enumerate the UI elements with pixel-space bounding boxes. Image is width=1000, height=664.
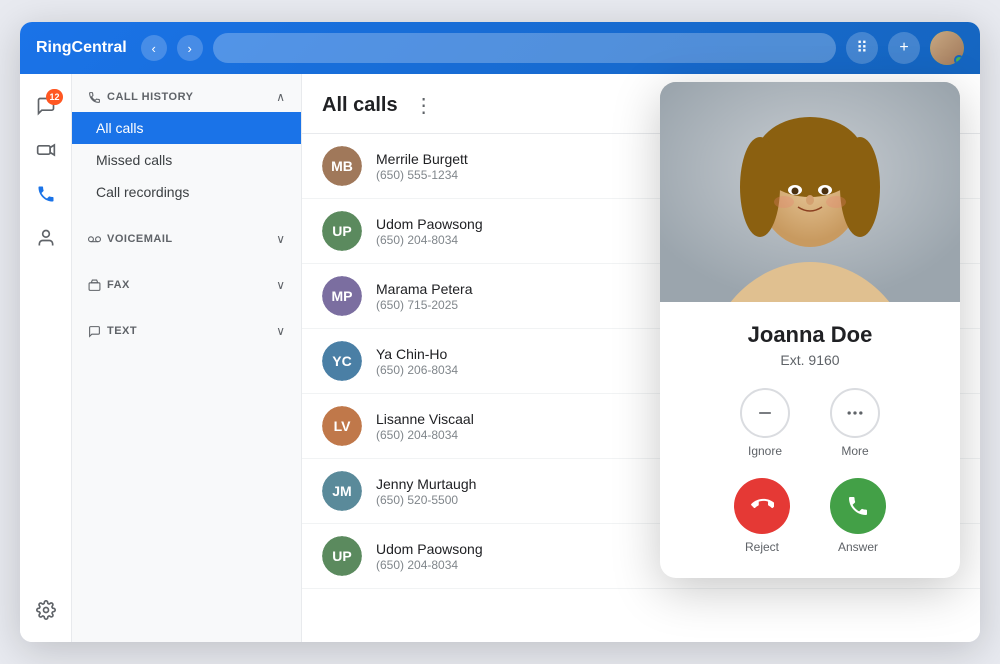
caller-avatar: MB [322,146,362,186]
sidebar-item-settings[interactable] [26,590,66,630]
online-indicator [954,55,964,65]
reject-label: Reject [745,540,779,554]
answer-button[interactable] [830,478,886,534]
top-right-actions: ⠿ + [846,31,964,65]
svg-text:UP: UP [332,548,351,564]
app-window: RingCentral ‹ › ⠿ + 12 [20,22,980,642]
voicemail-header[interactable]: VOICEMAIL ∨ [72,224,301,254]
svg-text:YC: YC [332,353,351,369]
more-label: More [841,444,868,458]
nav-item-call-recordings[interactable]: Call recordings [72,176,301,208]
fax-chevron: ∨ [276,278,285,292]
answer-action[interactable]: Answer [830,478,886,554]
more-button[interactable] [830,388,880,438]
search-input[interactable] [213,33,836,63]
fax-title: FAX [88,279,130,292]
user-avatar[interactable] [930,31,964,65]
caller-card-name: Joanna Doe [680,322,940,348]
call-card-body: Joanna Doe Ext. 9160 Ignore [660,302,960,578]
reject-button[interactable] [734,478,790,534]
incoming-call-card: Joanna Doe Ext. 9160 Ignore [660,82,960,578]
svg-text:MB: MB [331,158,353,174]
back-button[interactable]: ‹ [141,35,167,61]
add-button[interactable]: + [888,32,920,64]
content-title-row: All calls ⋮ [322,91,440,120]
answer-label: Answer [838,540,878,554]
svg-text:UP: UP [332,223,351,239]
svg-text:JM: JM [332,483,351,499]
caller-avatar: YC [322,341,362,381]
fax-section: FAX ∨ [72,262,301,308]
reject-icon [750,494,774,518]
voicemail-title: VOICEMAIL [88,233,173,246]
svg-text:LV: LV [334,418,352,434]
caller-avatar: UP [322,536,362,576]
card-call-actions: Reject Answer [680,478,940,554]
voicemail-chevron: ∨ [276,232,285,246]
messages-badge: 12 [46,89,62,105]
sidebar-item-messages[interactable]: 12 [26,86,66,126]
apps-button[interactable]: ⠿ [846,32,878,64]
svg-text:MP: MP [332,288,353,304]
top-bar: RingCentral ‹ › ⠿ + [20,22,980,74]
caller-avatar: JM [322,471,362,511]
sidebar-item-video[interactable] [26,130,66,170]
sidebar-icons: 12 [20,74,72,642]
call-history-title: CALL HISTORY [88,91,193,104]
caller-illustration [660,82,960,302]
caller-avatar: LV [322,406,362,446]
sidebar-item-contacts[interactable] [26,218,66,258]
ignore-label: Ignore [748,444,782,458]
fax-header[interactable]: FAX ∨ [72,270,301,300]
text-chevron: ∨ [276,324,285,338]
sidebar-item-phone[interactable] [26,174,66,214]
call-history-chevron: ∧ [276,90,285,104]
nav-item-all-calls[interactable]: All calls [72,112,301,144]
call-history-section: CALL HISTORY ∧ All calls Missed calls Ca… [72,74,301,216]
content-more-button[interactable]: ⋮ [408,91,440,120]
answer-icon [846,494,870,518]
app-logo: RingCentral [36,39,127,57]
card-secondary-actions: Ignore More [680,388,940,458]
text-title: TEXT [88,325,137,338]
minus-icon [755,403,775,423]
ignore-button[interactable] [740,388,790,438]
voicemail-section: VOICEMAIL ∨ [72,216,301,262]
text-header[interactable]: TEXT ∨ [72,316,301,346]
call-history-header[interactable]: CALL HISTORY ∧ [72,82,301,112]
caller-avatar: MP [322,276,362,316]
text-section: TEXT ∨ [72,308,301,354]
content-title: All calls [322,94,398,117]
caller-avatar: UP [322,211,362,251]
ignore-action[interactable]: Ignore [740,388,790,458]
forward-button[interactable]: › [177,35,203,61]
caller-card-extension: Ext. 9160 [680,352,940,368]
reject-action[interactable]: Reject [734,478,790,554]
nav-panel: CALL HISTORY ∧ All calls Missed calls Ca… [72,74,302,642]
caller-photo-area [660,82,960,302]
nav-item-missed-calls[interactable]: Missed calls [72,144,301,176]
more-dots-icon [845,403,865,423]
more-action[interactable]: More [830,388,880,458]
